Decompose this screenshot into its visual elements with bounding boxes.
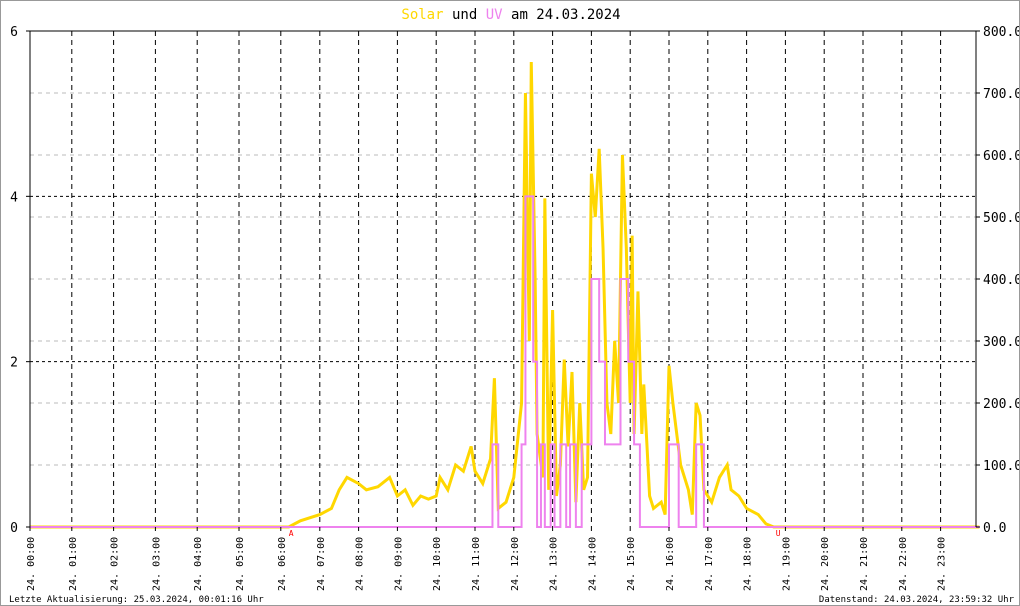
left-tick-label: 0 [10, 521, 18, 536]
x-tick-label: 24. 11:00 [471, 537, 482, 591]
right-tick-label: 400.0 [983, 273, 1020, 288]
x-tick-label: 24. 22:00 [898, 537, 909, 591]
x-tick-label: 24. 15:00 [626, 537, 637, 591]
x-tick-label: 24. 13:00 [549, 537, 560, 591]
axes: 24. 00:00 24. 01:00 24. 02:00 24. 03:00 24. … [10, 25, 1020, 591]
sunset-marker: U [776, 529, 781, 538]
solar-line [30, 61, 980, 529]
x-tick-label: 24. 18:00 [743, 537, 754, 591]
x-tick-label: 24. 00:00 [26, 537, 37, 591]
grid-lines [30, 31, 976, 527]
title-date: am 24.03.2024 [511, 7, 621, 23]
solar-uv-chart: Solar und UV am 24.03.2024 24. 00:00 24. … [9, 7, 1020, 605]
x-tick-label: 24. 17:00 [704, 537, 715, 591]
x-tick-label: 24. 16:00 [665, 537, 676, 591]
left-tick-label: 4 [10, 190, 18, 205]
x-tick-label: 24. 09:00 [393, 537, 404, 591]
right-tick-label: 300.0 [983, 335, 1020, 350]
right-tick-label: 0.0 [983, 521, 1006, 536]
x-tick-label: 24. 04:00 [193, 537, 204, 591]
x-tick-label: 24. 21:00 [859, 537, 870, 591]
x-tick-label: 24. 02:00 [110, 537, 121, 591]
x-tick-label: 24. 08:00 [355, 537, 366, 591]
x-tick-label: 24. 06:00 [277, 537, 288, 591]
chart-panel: Solar und UV am 24.03.2024 24. 00:00 24. … [0, 0, 1020, 606]
right-tick-label: 100.0 [983, 459, 1020, 474]
x-tick-label: 24. 20:00 [820, 537, 831, 591]
right-tick-label: 600.0 [983, 149, 1020, 164]
x-tick-label: 24. 03:00 [151, 537, 162, 591]
left-tick-label: 2 [10, 356, 18, 371]
data-timestamp: Datenstand: 24.03.2024, 23:59:32 Uhr [819, 595, 1015, 605]
left-tick-label: 6 [10, 25, 18, 40]
right-tick-label: 200.0 [983, 397, 1020, 412]
x-tick-label: 24. 23:00 [937, 537, 948, 591]
x-tick-label: 24. 19:00 [781, 537, 792, 591]
x-tick-label: 24. 05:00 [235, 537, 246, 591]
data-series [30, 61, 980, 529]
last-update: Letzte Aktualisierung: 25.03.2024, 00:01… [9, 595, 264, 605]
chart-title: Solar und UV am 24.03.2024 [401, 7, 620, 23]
right-tick-label: 500.0 [983, 211, 1020, 226]
x-tick-label: 24. 01:00 [68, 537, 79, 591]
title-solar: Solar [401, 7, 443, 23]
title-uv: UV [486, 7, 503, 23]
x-tick-label: 24. 12:00 [510, 537, 521, 591]
x-tick-label: 24. 10:00 [432, 537, 443, 591]
right-tick-label: 800.0 [983, 25, 1020, 40]
sunrise-marker: A [289, 529, 294, 538]
title-und: und [452, 7, 477, 23]
right-tick-label: 700.0 [983, 87, 1020, 102]
x-tick-label: 24. 14:00 [587, 537, 598, 591]
x-tick-label: 24. 07:00 [316, 537, 327, 591]
